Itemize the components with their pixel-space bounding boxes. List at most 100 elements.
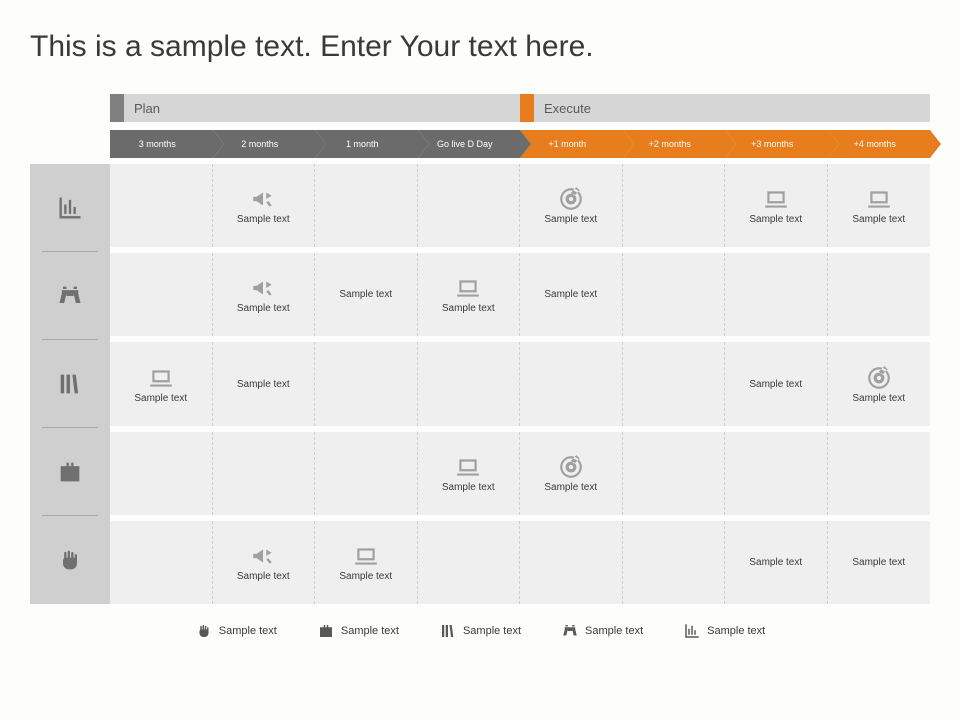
books-icon — [439, 622, 457, 640]
laptop-icon — [866, 186, 892, 212]
cell-label: Sample text — [749, 557, 802, 568]
cell-3-3: Sample text — [418, 432, 521, 515]
cell-label: Sample text — [544, 214, 597, 225]
phase-plan: Plan — [110, 94, 520, 122]
legend-item-2: Sample text — [439, 622, 521, 640]
cell-2-3 — [418, 342, 521, 425]
cell-1-7 — [828, 253, 931, 336]
cell-4-0 — [110, 521, 213, 604]
cell-3-5 — [623, 432, 726, 515]
timeline-step-2: 1 month — [315, 130, 418, 158]
books-icon — [56, 370, 84, 398]
cell-label: Sample text — [237, 214, 290, 225]
cell-0-3 — [418, 164, 521, 247]
legend-label: Sample text — [219, 625, 277, 637]
fist-icon — [195, 622, 213, 640]
row-label-2 — [30, 340, 110, 428]
row-labels — [30, 164, 110, 604]
timeline-step-5: +2 months — [623, 130, 726, 158]
target-icon — [558, 186, 584, 212]
row-label-4 — [30, 516, 110, 604]
megaphone-icon — [250, 186, 276, 212]
phase-bar: Plan Execute — [110, 94, 930, 122]
cell-4-5 — [623, 521, 726, 604]
cell-label: Sample text — [339, 571, 392, 582]
cell-0-0 — [110, 164, 213, 247]
cell-3-4: Sample text — [520, 432, 623, 515]
cell-0-5 — [623, 164, 726, 247]
cell-4-7: Sample text — [828, 521, 931, 604]
bar-chart-icon — [56, 194, 84, 222]
cell-4-6: Sample text — [725, 521, 828, 604]
cell-1-5 — [623, 253, 726, 336]
cell-label: Sample text — [237, 303, 290, 314]
matrix-row-1: Sample text Sample text Sample text Sample … — [110, 253, 930, 342]
laptop-icon — [148, 365, 174, 391]
cell-label: Sample text — [237, 571, 290, 582]
cell-label: Sample text — [749, 379, 802, 390]
cell-1-1: Sample text — [213, 253, 316, 336]
legend-item-0: Sample text — [195, 622, 277, 640]
cell-3-1 — [213, 432, 316, 515]
cell-label: Sample text — [442, 303, 495, 314]
row-label-0 — [30, 164, 110, 252]
cell-label: Sample text — [339, 289, 392, 300]
cell-1-2: Sample text — [315, 253, 418, 336]
cell-3-0 — [110, 432, 213, 515]
cell-3-6 — [725, 432, 828, 515]
cell-label: Sample text — [544, 482, 597, 493]
timeline-step-7: +4 months — [828, 130, 931, 158]
cell-2-1: Sample text — [213, 342, 316, 425]
megaphone-icon — [250, 543, 276, 569]
cell-label: Sample text — [134, 393, 187, 404]
cell-1-4: Sample text — [520, 253, 623, 336]
phase-plan-label: Plan — [134, 101, 160, 116]
cell-4-1: Sample text — [213, 521, 316, 604]
cell-0-7: Sample text — [828, 164, 931, 247]
timeline-step-4: +1 month — [520, 130, 623, 158]
binoculars-icon — [56, 282, 84, 310]
legend-item-4: Sample text — [683, 622, 765, 640]
cell-2-0: Sample text — [110, 342, 213, 425]
cell-3-2 — [315, 432, 418, 515]
timeline-step-1: 2 months — [213, 130, 316, 158]
legend-item-3: Sample text — [561, 622, 643, 640]
matrix-row-0: Sample text Sample text Sample text Sample … — [110, 164, 930, 253]
target-icon — [558, 454, 584, 480]
bar-chart-icon — [683, 622, 701, 640]
cell-label: Sample text — [544, 289, 597, 300]
phase-execute-label: Execute — [544, 101, 591, 116]
briefcase-icon — [317, 622, 335, 640]
timeline-step-0: 3 months — [110, 130, 213, 158]
matrix-body: Sample textSample textSample textSample … — [110, 164, 930, 604]
cell-label: Sample text — [749, 214, 802, 225]
cell-0-4: Sample text — [520, 164, 623, 247]
laptop-icon — [455, 275, 481, 301]
laptop-icon — [353, 543, 379, 569]
phase-execute: Execute — [520, 94, 930, 122]
target-icon — [866, 365, 892, 391]
slide-title[interactable]: This is a sample text. Enter Your text h… — [30, 30, 930, 64]
legend-label: Sample text — [585, 625, 643, 637]
cell-4-2: Sample text — [315, 521, 418, 604]
cell-label: Sample text — [852, 214, 905, 225]
cell-2-5 — [623, 342, 726, 425]
matrix-row-2: Sample textSample textSample textSample … — [110, 342, 930, 431]
cell-2-4 — [520, 342, 623, 425]
row-label-1 — [30, 252, 110, 340]
laptop-icon — [763, 186, 789, 212]
laptop-icon — [455, 454, 481, 480]
matrix-row-3: Sample text Sample text — [110, 432, 930, 521]
timeline-chevrons: 3 months2 months1 monthGo live D Day+1 m… — [110, 130, 930, 158]
briefcase-icon — [56, 458, 84, 486]
cell-4-4 — [520, 521, 623, 604]
cell-0-6: Sample text — [725, 164, 828, 247]
megaphone-icon — [250, 275, 276, 301]
fist-icon — [56, 546, 84, 574]
legend-label: Sample text — [463, 625, 521, 637]
cell-2-6: Sample text — [725, 342, 828, 425]
timeline-step-3: Go live D Day — [418, 130, 521, 158]
cell-0-2 — [315, 164, 418, 247]
cell-4-3 — [418, 521, 521, 604]
legend-item-1: Sample text — [317, 622, 399, 640]
